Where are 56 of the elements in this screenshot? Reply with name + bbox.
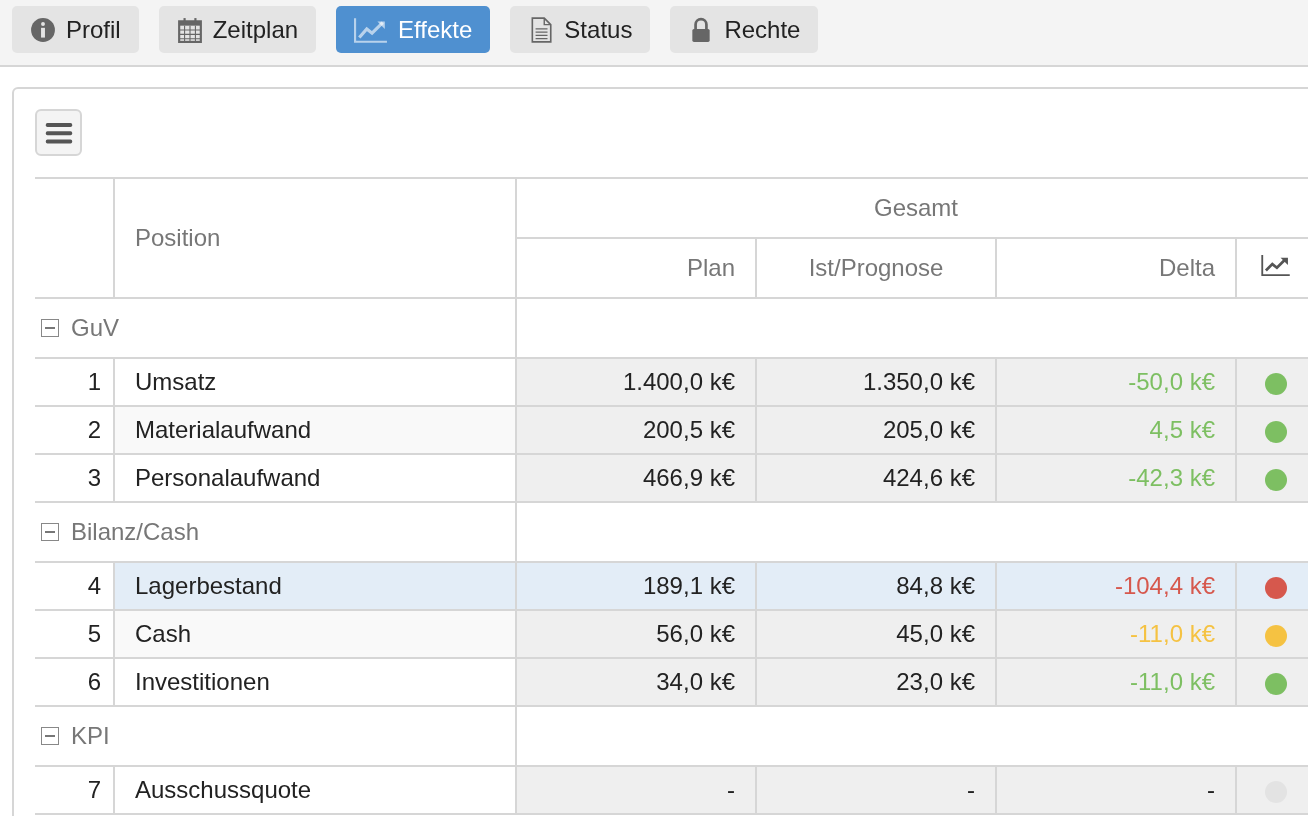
column-header: Ist/Prognose (756, 238, 996, 298)
table-cell: -42,3 k€ (996, 454, 1236, 502)
table-cell: - (996, 766, 1236, 814)
table-cell: 466,9 k€ (516, 454, 756, 502)
table-row[interactable]: 6 Investitionen 34,0 k€ 23,0 k€ -11,0 k€ (35, 658, 1308, 706)
column-header: Position (114, 178, 516, 298)
table-cell: Lagerbestand (114, 562, 516, 610)
table-cell: 200,5 k€ (516, 406, 756, 454)
calendar-icon (176, 16, 203, 43)
table-cell: 205,0 k€ (756, 406, 996, 454)
table-cell: 1.400,0 k€ (516, 358, 756, 406)
table-cell: - (516, 766, 756, 814)
table-cell: Ausschussquote (114, 766, 516, 814)
table-cell: 189,1 k€ (516, 562, 756, 610)
table-row[interactable]: 5 Cash 56,0 k€ 45,0 k€ -11,0 k€ (35, 610, 1308, 658)
column-header: Gesamt (516, 178, 1308, 238)
table-row[interactable]: 1 Umsatz 1.400,0 k€ 1.350,0 k€ -50,0 k€ (35, 358, 1308, 406)
table-cell: Personalaufwand (114, 454, 516, 502)
table-cell: Materialaufwand (114, 406, 516, 454)
column-header: Plan (516, 238, 756, 298)
table-cell: -11,0 k€ (996, 610, 1236, 658)
table-cell: Umsatz (114, 358, 516, 406)
table-cell: 424,6 k€ (756, 454, 996, 502)
info-icon (30, 16, 56, 43)
table-cell: -50,0 k€ (996, 358, 1236, 406)
table-cell: 1.350,0 k€ (756, 358, 996, 406)
table-cell: Cash (114, 610, 516, 658)
table-row[interactable]: 3 Personalaufwand 466,9 k€ 424,6 k€ -42,3 k€ (35, 454, 1308, 502)
tab[interactable]: Profil (12, 6, 139, 53)
table-cell: 34,0 k€ (516, 658, 756, 706)
collapse-toggle[interactable] (41, 727, 59, 745)
table-cell: 45,0 k€ (756, 610, 996, 658)
group-label: GuV (71, 314, 120, 342)
table-cell: 4,5 k€ (996, 406, 1236, 454)
tab[interactable]: Status (510, 6, 651, 53)
group-label: Bilanz/Cash (71, 518, 200, 546)
table-cell: 23,0 k€ (756, 658, 996, 706)
menu-button[interactable] (35, 109, 82, 156)
table-cell: - (756, 766, 996, 814)
table-row[interactable]: 7 Ausschussquote - - - (35, 766, 1308, 814)
line-chart-icon (354, 16, 389, 43)
table-cell: -11,0 k€ (996, 658, 1236, 706)
collapse-toggle[interactable] (41, 319, 59, 337)
table-cell: Investitionen (114, 658, 516, 706)
tab[interactable]: Zeitplan (158, 6, 317, 53)
collapse-toggle[interactable] (41, 523, 59, 541)
table-cell: 84,8 k€ (756, 562, 996, 610)
tab[interactable]: Rechte (670, 6, 819, 53)
group-label: KPI (71, 722, 110, 750)
menu-icon (44, 121, 73, 144)
table-cell: 56,0 k€ (516, 610, 756, 658)
table-row[interactable]: 2 Materialaufwand 200,5 k€ 205,0 k€ 4,5 k€ (35, 406, 1308, 454)
table-cell: -104,4 k€ (996, 562, 1236, 610)
table-row[interactable]: 4 Lagerbestand 189,1 k€ 84,8 k€ -104,4 k€ (35, 562, 1308, 610)
trend-chart-icon (1261, 254, 1291, 276)
column-header: Delta (996, 238, 1236, 298)
